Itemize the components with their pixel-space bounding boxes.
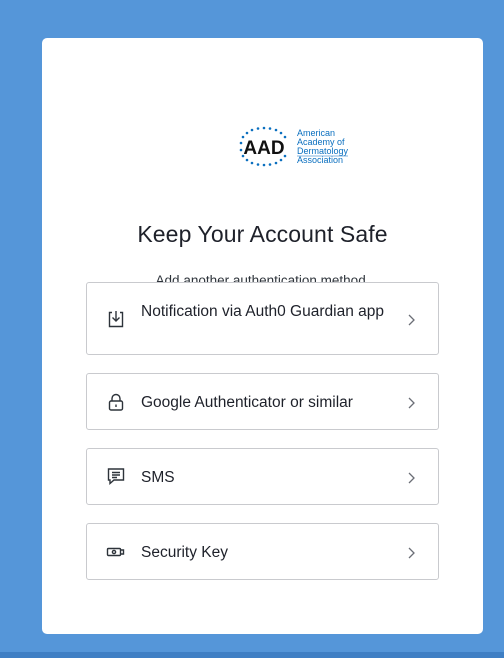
option-security-key[interactable]: Security Key <box>86 523 439 580</box>
option-label: Notification via Auth0 Guardian app <box>141 303 384 320</box>
chevron-right-icon <box>406 546 416 560</box>
security-key-icon <box>106 542 126 562</box>
option-label: SMS <box>141 469 175 486</box>
chevron-right-icon <box>406 396 416 410</box>
option-label: Security Key <box>141 544 229 561</box>
logo-line-4: Association <box>297 155 343 165</box>
download-icon <box>106 309 126 329</box>
sms-icon <box>106 466 126 486</box>
option-sms[interactable]: SMS <box>86 448 439 505</box>
page-bottom-strip <box>0 652 504 658</box>
option-guardian-notification[interactable]: Notification via Auth0 Guardian app <box>86 282 439 355</box>
option-label: Google Authenticator or similar <box>141 394 353 411</box>
chevron-right-icon <box>406 471 416 485</box>
logo-mark: AAD <box>243 138 284 159</box>
aad-logo: AAD American Academy of Dermatology Asso… <box>230 114 370 194</box>
lock-icon <box>106 392 126 412</box>
chevron-right-icon <box>406 313 416 327</box>
option-google-authenticator[interactable]: Google Authenticator or similar <box>86 373 439 430</box>
page-title: Keep Your Account Safe <box>137 221 388 247</box>
